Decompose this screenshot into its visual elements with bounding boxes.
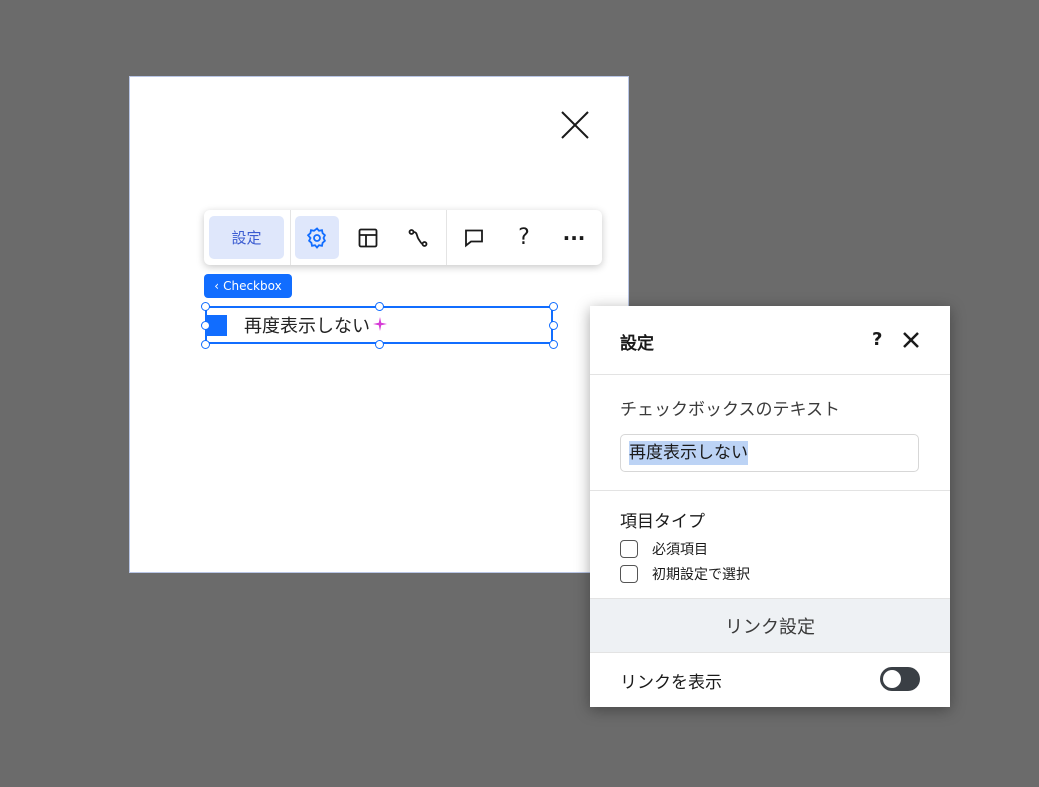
default-selected-checkbox[interactable] — [620, 565, 638, 583]
required-label: 必須項目 — [652, 542, 708, 558]
checkbox-text-input[interactable]: 再度表示しない — [620, 434, 919, 472]
element-toolbar: 設定 ? ··· — [204, 210, 602, 265]
item-type-label: 項目タイプ — [620, 512, 705, 532]
more-icon: ··· — [562, 225, 586, 250]
lightbox-close-icon[interactable] — [559, 109, 591, 141]
settings-panel: 設定 ? チェックボックスのテキスト 再度表示しない 項目タイプ 必須項目 初期… — [590, 306, 950, 707]
toolbar-layout-button[interactable] — [346, 216, 390, 259]
show-link-toggle[interactable] — [880, 667, 920, 691]
toolbar-connect-button[interactable] — [396, 216, 440, 259]
checkbox-text-value: 再度表示しない — [629, 441, 748, 465]
panel-title: 設定 — [620, 334, 654, 354]
checkbox-text-label: チェックボックスのテキスト — [620, 400, 840, 420]
panel-divider — [590, 490, 950, 491]
element-type-label: Checkbox — [223, 279, 282, 293]
comment-icon — [465, 229, 483, 247]
resize-handle-right[interactable] — [549, 321, 558, 330]
option-required[interactable]: 必須項目 — [620, 539, 708, 559]
resize-handle-left[interactable] — [201, 321, 210, 330]
toolbar-gear-button[interactable] — [295, 216, 339, 259]
default-selected-label: 初期設定で選択 — [652, 567, 750, 583]
show-link-label: リンクを表示 — [620, 673, 722, 693]
link-settings-title: リンク設定 — [725, 616, 815, 638]
help-icon: ? — [518, 225, 530, 250]
required-checkbox[interactable] — [620, 540, 638, 558]
resize-handle-bottom-left[interactable] — [201, 340, 210, 349]
toolbar-comment-button[interactable] — [452, 216, 496, 259]
gear-icon — [306, 226, 327, 249]
toolbar-divider — [290, 210, 291, 265]
resize-handle-top[interactable] — [375, 302, 384, 311]
link-settings-section: リンク設定 — [590, 598, 950, 653]
element-breadcrumb-tag[interactable]: ‹ Checkbox — [204, 274, 292, 298]
toolbar-help-button[interactable]: ? — [502, 216, 546, 259]
toolbar-divider — [446, 210, 447, 265]
resize-handle-bottom-right[interactable] — [549, 340, 558, 349]
resize-handle-top-left[interactable] — [201, 302, 210, 311]
resize-handle-top-right[interactable] — [549, 302, 558, 311]
panel-help-button[interactable]: ? — [872, 329, 882, 350]
connect-icon — [408, 228, 428, 247]
toolbar-more-button[interactable]: ··· — [552, 216, 596, 259]
layout-icon — [358, 228, 378, 247]
chevron-left-icon: ‹ — [214, 279, 220, 293]
resize-handle-bottom[interactable] — [375, 340, 384, 349]
toggle-knob — [883, 670, 901, 688]
toolbar-settings-button[interactable]: 設定 — [209, 216, 284, 259]
close-icon[interactable] — [902, 331, 920, 349]
checkbox-element-text[interactable]: 再度表示しない — [244, 312, 370, 338]
panel-header: 設定 ? — [590, 306, 950, 375]
option-default-selected[interactable]: 初期設定で選択 — [620, 564, 750, 584]
cursor-sparkle-icon — [373, 317, 387, 331]
